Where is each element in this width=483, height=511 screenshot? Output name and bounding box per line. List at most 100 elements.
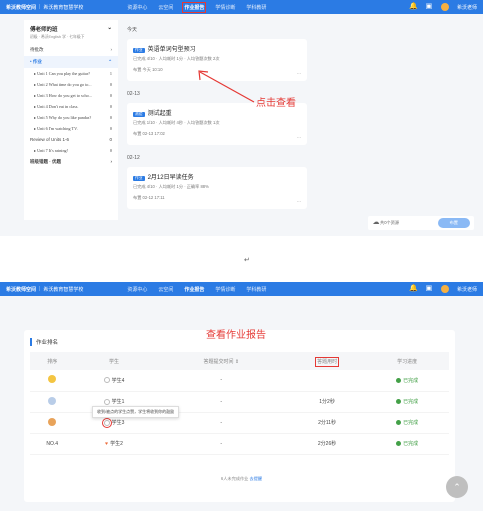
type-badge: 作业 — [133, 48, 145, 53]
type-badge: 测验 — [133, 112, 145, 117]
nav-learning-diagnosis[interactable]: 学情诊断 — [215, 286, 235, 293]
nav-homework-report[interactable]: 作业报告 — [184, 286, 204, 293]
status: 已完成 — [403, 420, 419, 426]
nav-homework-report[interactable]: 作业报告 — [182, 1, 207, 13]
chevron-up-icon: ⌃ — [453, 482, 461, 492]
user-name[interactable]: 希沃老师 — [457, 286, 477, 293]
check-icon — [396, 420, 402, 426]
nav-resource-center[interactable]: 资源中心 — [127, 4, 147, 11]
nav-menu: 资源中心 云空间 作业报告 学情诊断 学科教研 — [127, 286, 266, 293]
homework-stats: 已完成 1/10 · 人均耗时 4秒 · 人均答题次数 1次 — [133, 120, 220, 125]
sidebar-item-unit[interactable]: ▸ Unit 3 How do you get to scho... 0 — [24, 90, 118, 101]
heart-icon[interactable]: ♥ — [105, 441, 108, 447]
like-icon[interactable] — [103, 398, 110, 405]
nav-subject-research[interactable]: 学科教研 — [246, 286, 266, 293]
bell-icon[interactable]: 🔔 — [409, 285, 418, 293]
class-sidebar: 傅老师的班 ⌄ 初级 · 希沃English 学 · 七年级下 待批改 › • 作业… — [24, 20, 118, 220]
sidebar-item-unit[interactable]: ▸ Unit 5 Why do you like pandas? 0 — [24, 112, 118, 123]
ranking-table: 排序 学生 答题提交时间 ⇕ 答题用时 学习进度 学生4 - 已完成 学生1 -… — [30, 352, 449, 455]
resource-share-bar: ☁ 共0个资源 布置 — [368, 216, 474, 230]
student-name: 学生4 — [111, 377, 125, 384]
homework-card[interactable]: 测验 测试起重 已完成 1/10 · 人均耗时 4秒 · 人均答题次数 1次 布置… — [127, 103, 307, 145]
col-submit-time[interactable]: 答题提交时间 ⇕ — [153, 352, 289, 370]
top-navigation-bar: 希沃教师空间 | 希沃教育智慧学校 资源中心 云空间 作业报告 学情诊断 学科教… — [0, 282, 483, 296]
sidebar-item-pending[interactable]: 待批改 › — [24, 44, 118, 56]
table-header-row: 排序 学生 答题提交时间 ⇕ 答题用时 学习进度 — [30, 352, 449, 370]
student-name: 学生3 — [111, 420, 125, 426]
remind-link[interactable]: 去提醒 — [250, 476, 263, 481]
more-icon[interactable]: ··· — [297, 135, 301, 140]
sidebar-item-review[interactable]: Review of Units 1-6 0 — [24, 134, 118, 145]
nav-cloud-space[interactable]: 云空间 — [158, 286, 173, 293]
check-icon — [396, 399, 402, 405]
submit-time: - — [153, 433, 289, 455]
homework-time: 布置 02-12 17:11 — [133, 195, 165, 200]
homework-stats: 已完成 4/10 · 人均耗时 1分 · 正确率 88% — [133, 184, 209, 189]
class-title[interactable]: 傅老师的班 ⌄ — [24, 20, 118, 35]
student-name: 学生2 — [110, 441, 123, 447]
class-subtitle: 初级 · 希沃English 学 · 七年级下 — [30, 35, 85, 39]
nav-learning-diagnosis[interactable]: 学情诊断 — [215, 4, 235, 11]
bronze-medal-icon — [48, 417, 57, 426]
calendar-icon[interactable]: ▣ — [425, 285, 433, 293]
sidebar-item-unit[interactable]: ▸ Unit 1 Can you play the guitar? 1 — [24, 68, 118, 79]
sidebar-item-unit[interactable]: ▸ Unit 4 Don't eat in class. 0 — [24, 101, 118, 112]
ranking-title: 作业排名 — [30, 338, 58, 346]
app-brand[interactable]: 希沃教师空间 — [6, 286, 36, 293]
topbar-right: 🔔 ▣ 希沃老师 — [409, 285, 477, 293]
sidebar-item-unit[interactable]: ▸ Unit 7 It's raining! 0 — [24, 145, 118, 156]
school-name: 希沃教育智慧学校 — [43, 4, 84, 11]
nav-cloud-space[interactable]: 云空间 — [158, 4, 173, 11]
like-icon[interactable] — [103, 377, 110, 384]
col-rank: 排序 — [30, 352, 75, 370]
more-icon[interactable]: ··· — [297, 71, 301, 76]
topbar-right: 🔔 ▣ 希沃老师 — [409, 3, 477, 11]
resource-count: 共0个资源 — [380, 220, 400, 225]
status: 已完成 — [403, 399, 419, 405]
app-brand[interactable]: 希沃教师空间 — [6, 4, 36, 11]
click-to-view-annotation: 点击查看 — [256, 98, 296, 109]
date-header: 02-12 — [127, 155, 140, 161]
assign-button[interactable]: 布置 — [437, 218, 470, 228]
sidebar-item-homework[interactable]: • 作业 ⌃ — [24, 56, 118, 68]
scroll-top-button[interactable]: ⌃ — [446, 476, 468, 498]
cloud-icon: ☁ — [372, 219, 380, 226]
chevron-down-icon[interactable]: ⌄ — [107, 25, 112, 33]
col-duration[interactable]: 答题用时 — [288, 352, 366, 370]
calendar-icon[interactable]: ▣ — [425, 3, 433, 11]
nav-subject-research[interactable]: 学科教研 — [246, 4, 266, 11]
avatar[interactable] — [440, 285, 449, 293]
rank-number: NO.4 — [30, 433, 75, 455]
user-name[interactable]: 希沃老师 — [457, 4, 477, 11]
like-tooltip: 收到/被点的学生点赞，学生将收到你的鼓励 — [92, 406, 180, 418]
nav-menu: 资源中心 云空间 作业报告 学情诊断 学科教研 — [127, 1, 266, 13]
type-badge: 作业 — [133, 176, 145, 181]
duration: 2分11秒 — [288, 412, 366, 434]
homework-title: 英语单词句型预习 — [147, 47, 196, 53]
homework-timeline: 今天 作业 英语单词句型预习 已完成 4/10 · 人均耗时 1分 · 人均答题次… — [127, 22, 307, 219]
gold-medal-icon — [48, 375, 57, 384]
bell-icon[interactable]: 🔔 — [409, 3, 418, 11]
nav-resource-center[interactable]: 资源中心 — [127, 286, 147, 293]
sidebar-item-unit[interactable]: ▸ Unit 2 What time do you go to... 0 — [24, 79, 118, 90]
view-report-annotation: 查看作业报告 — [206, 330, 266, 341]
table-row: 学生4 - 已完成 — [30, 370, 449, 392]
like-icon[interactable] — [101, 417, 112, 428]
return-mark: ↵ — [244, 257, 250, 264]
avatar[interactable] — [440, 3, 449, 11]
top-navigation-bar: 希沃教师空间 | 希沃教育智慧学校 资源中心 云空间 作业报告 学情诊断 学科教… — [0, 0, 483, 14]
incomplete-count: 6人未完成作业 — [220, 476, 249, 481]
more-icon[interactable]: ··· — [297, 199, 301, 204]
check-icon — [396, 441, 402, 447]
brand-separator: | — [39, 4, 41, 10]
sidebar-item-unit[interactable]: ▸ Unit 6 I'm watching TV. 0 — [24, 123, 118, 134]
silver-medal-icon — [48, 396, 57, 405]
homework-report-screenshot: 希沃教师空间 | 希沃教育智慧学校 资源中心 云空间 作业报告 学情诊断 学科教… — [0, 282, 483, 511]
homework-title: 测试起重 — [147, 111, 172, 117]
table-row: NO.4 ♥ 学生2 - 2分26秒 已完成 — [30, 433, 449, 455]
date-header: 今天 — [127, 27, 138, 33]
status: 已完成 — [403, 377, 419, 384]
homework-card[interactable]: 作业 2月12日早读任务 已完成 4/10 · 人均耗时 1分 · 正确率 88%… — [127, 167, 307, 209]
check-icon — [396, 377, 402, 383]
sidebar-item-wrong-questions[interactable]: 班级错题 · 优题 › — [24, 156, 118, 168]
